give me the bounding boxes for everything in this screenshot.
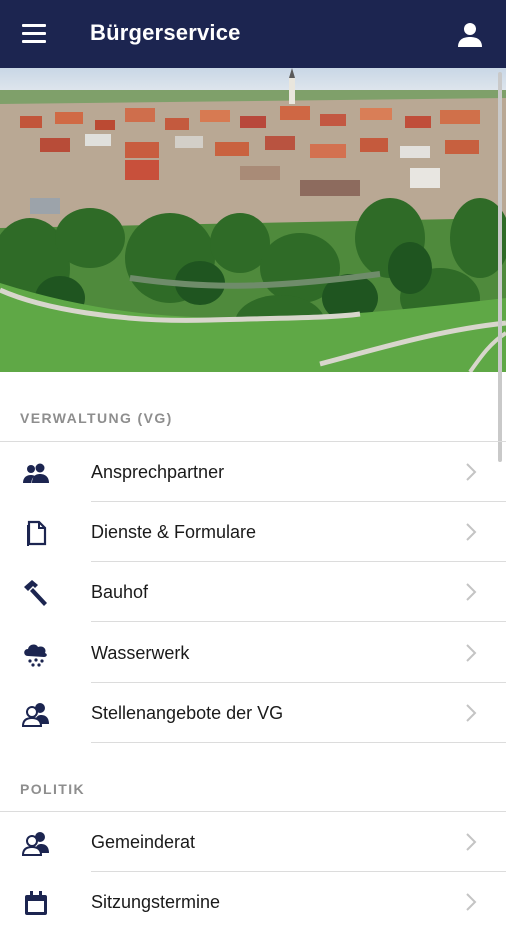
list-item-ansprechpartner[interactable]: Ansprechpartner xyxy=(0,442,506,502)
water-cloud-icon xyxy=(22,641,50,667)
scrollbar[interactable] xyxy=(498,72,502,462)
list-item-sitzungstermine[interactable]: Sitzungstermine xyxy=(0,872,506,932)
chevron-right-icon xyxy=(464,832,478,852)
top-app-bar: Bürgerservice xyxy=(0,0,506,68)
section-header-verwaltung: VERWALTUNG (VG) xyxy=(20,410,173,426)
section-header-politik: POLITIK xyxy=(20,781,86,797)
page-title: Bürgerservice xyxy=(90,20,241,45)
people-icon xyxy=(22,460,50,486)
divider xyxy=(91,621,506,622)
hero-image xyxy=(0,68,506,372)
list-item-label: Wasserwerk xyxy=(91,643,190,663)
chevron-right-icon xyxy=(464,522,478,542)
menu-icon[interactable] xyxy=(22,24,46,44)
calendar-icon xyxy=(22,890,50,916)
group-icon xyxy=(21,701,50,727)
list-item-label: Bauhof xyxy=(91,582,149,602)
list-item-dienste-formulare[interactable]: Dienste & Formulare xyxy=(0,502,506,562)
list-item-wasserwerk[interactable]: Wasserwerk xyxy=(0,623,506,683)
chevron-right-icon xyxy=(464,703,478,723)
list-item-gemeinderat[interactable]: Gemeinderat xyxy=(0,812,506,872)
document-icon xyxy=(22,520,50,546)
list-item-label: Dienste & Formulare xyxy=(91,522,257,542)
list-item-label: Stellenangebote der VG xyxy=(91,703,284,723)
list-item-bauhof[interactable]: Bauhof xyxy=(0,562,506,622)
list-item-label: Gemeinderat xyxy=(91,832,196,852)
list-item-label: Sitzungstermine xyxy=(91,892,221,912)
list-item-label: Ansprechpartner xyxy=(91,462,225,482)
group-icon xyxy=(21,830,50,856)
list-item-stellenangebote[interactable]: Stellenangebote der VG xyxy=(0,683,506,743)
chevron-right-icon xyxy=(464,892,478,912)
chevron-right-icon xyxy=(464,582,478,602)
user-icon[interactable] xyxy=(456,20,484,48)
chevron-right-icon xyxy=(464,643,478,663)
hammer-icon xyxy=(22,580,50,606)
divider xyxy=(91,742,506,743)
chevron-right-icon xyxy=(464,462,478,482)
